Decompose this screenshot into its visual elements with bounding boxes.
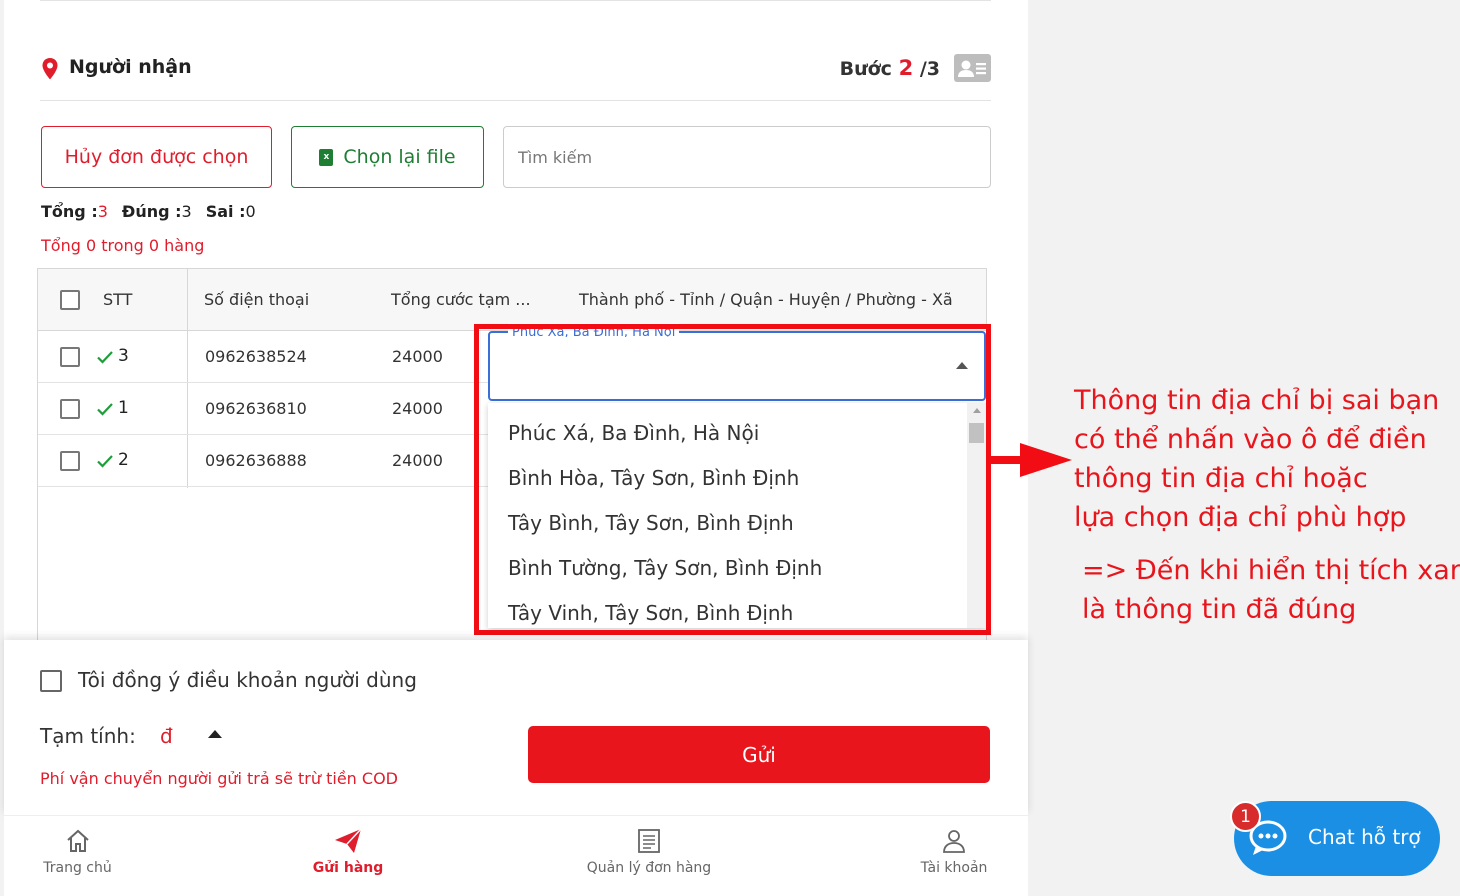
header-divider: [40, 100, 991, 101]
nav-account-label: Tài khoản: [920, 860, 988, 876]
order-footer: Tôi đồng ý điều khoản người dùng Tạm tín…: [4, 640, 1028, 815]
annotation-note-line: => Đến khi hiển thị tích xanh: [1082, 555, 1460, 586]
select-all-checkbox[interactable]: [60, 290, 80, 310]
wrong-label: Sai :: [205, 202, 246, 221]
total-rows-line: Tổng 0 trong 0 hàng: [41, 236, 205, 255]
section-header: Người nhận Bước 2 /3: [40, 54, 991, 84]
row-stt: 3: [118, 346, 129, 366]
estimate-currency: đ: [160, 724, 173, 748]
nav-home[interactable]: Trang chủ: [40, 828, 115, 876]
annotation-line: Thông tin địa chỉ bị sai bạn: [1074, 385, 1440, 416]
step-label: Bước: [839, 58, 892, 80]
step-total: /3: [919, 58, 940, 80]
nav-orders-label: Quản lý đơn hàng: [586, 860, 712, 876]
top-divider: [40, 0, 991, 1]
annotation-line: lựa chọn địa chỉ phù hợp: [1074, 502, 1407, 533]
excel-file-icon: x: [319, 148, 334, 166]
search-input[interactable]: [503, 126, 991, 188]
paper-plane-icon: [335, 828, 362, 853]
header-fee: Tổng cước tạm ...: [391, 290, 531, 309]
row-stt: 1: [118, 398, 129, 418]
chat-notification-badge: 1: [1230, 801, 1261, 832]
nav-send-label: Gửi hàng: [312, 860, 384, 876]
row-phone: 0962636888: [205, 451, 307, 470]
total-value: 3: [97, 202, 108, 221]
row-checkbox[interactable]: [60, 347, 80, 367]
location-pin-icon: [42, 58, 58, 80]
send-button[interactable]: Gửi: [528, 726, 990, 783]
reselect-file-label: Chọn lại file: [343, 146, 456, 168]
shipping-note: Phí vận chuyển người gửi trả sẽ trừ tiền…: [40, 769, 398, 788]
header-address: Thành phố - Tỉnh / Quận - Huyện / Phường…: [579, 290, 953, 309]
annotation-note: => Đến khi hiển thị tích xanh là thông t…: [1082, 551, 1460, 629]
expand-estimate-icon[interactable]: [208, 730, 222, 738]
correct-value: 3: [181, 202, 192, 221]
correct-label: Đúng :: [121, 202, 182, 221]
checkmark-icon: [97, 455, 113, 468]
annotation-line: thông tin địa chỉ hoặc: [1074, 463, 1368, 494]
header-stt: STT: [103, 290, 133, 309]
estimate-label: Tạm tính:: [40, 724, 136, 748]
reselect-file-button[interactable]: x Chọn lại file: [291, 126, 484, 188]
home-icon: [66, 829, 89, 852]
highlight-frame: [474, 324, 991, 635]
row-fee: 24000: [392, 399, 443, 418]
row-phone: 0962638524: [205, 347, 307, 366]
wrong-value: 0: [245, 202, 256, 221]
annotation-line: có thể nhấn vào ô để điền: [1074, 424, 1427, 455]
row-checkbox[interactable]: [60, 451, 80, 471]
document-list-icon: [638, 829, 660, 853]
step-current: 2: [898, 56, 914, 80]
cancel-selected-button[interactable]: Hủy đơn được chọn: [41, 126, 272, 188]
bottom-navigation: Trang chủ Gửi hàng Quản lý đơn hàng Tài …: [4, 815, 1028, 896]
nav-account[interactable]: Tài khoản: [916, 828, 992, 876]
annotation-text: Thông tin địa chỉ bị sai bạn có thể nhấn…: [1074, 381, 1439, 537]
arrow-right-icon: [990, 443, 1072, 477]
step-indicator: Bước 2 /3: [840, 56, 940, 80]
agree-terms-checkbox[interactable]: [40, 670, 62, 692]
section-title: Người nhận: [69, 56, 192, 78]
annotation-note-line: là thông tin đã đúng: [1082, 594, 1357, 625]
agree-terms-label[interactable]: Tôi đồng ý điều khoản người dùng: [78, 668, 417, 692]
chat-support-label: Chat hỗ trợ: [1308, 825, 1421, 849]
total-label: Tổng :: [41, 202, 98, 221]
nav-send[interactable]: Gửi hàng: [310, 828, 386, 876]
row-checkbox[interactable]: [60, 399, 80, 419]
header-phone: Số điện thoại: [204, 290, 310, 309]
chat-support-button[interactable]: Chat hỗ trợ: [1234, 801, 1440, 876]
checkmark-icon: [97, 351, 113, 364]
contact-card-icon[interactable]: [954, 54, 991, 82]
row-phone: 0962636810: [205, 399, 307, 418]
user-icon: [943, 830, 965, 853]
checkmark-icon: [97, 403, 113, 416]
table-header: STT Số điện thoại Tổng cước tạm ... Thàn…: [38, 269, 986, 331]
nav-orders[interactable]: Quản lý đơn hàng: [579, 828, 719, 876]
row-stt: 2: [118, 450, 129, 470]
summary-counts: Tổng :3 Đúng :3 Sai :0: [41, 202, 256, 221]
row-fee: 24000: [392, 451, 443, 470]
row-fee: 24000: [392, 347, 443, 366]
nav-home-label: Trang chủ: [43, 860, 112, 876]
